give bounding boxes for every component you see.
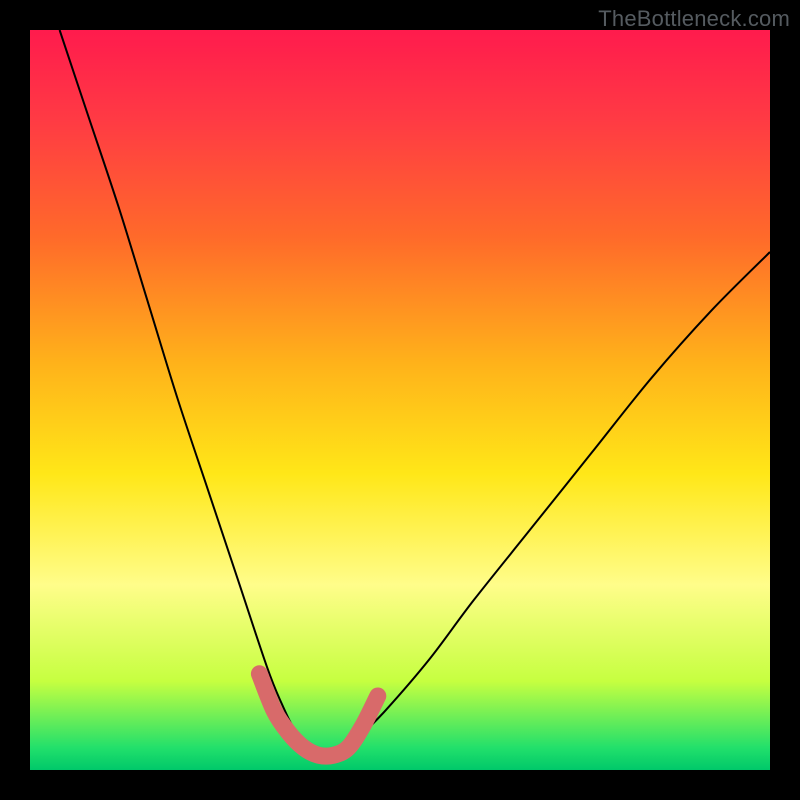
highlight-segment [259, 674, 377, 756]
chart-svg [30, 30, 770, 770]
bottleneck-curve-path [60, 30, 770, 757]
chart-frame: TheBottleneck.com [0, 0, 800, 800]
chart-plot-area [30, 30, 770, 770]
watermark-text: TheBottleneck.com [598, 6, 790, 32]
